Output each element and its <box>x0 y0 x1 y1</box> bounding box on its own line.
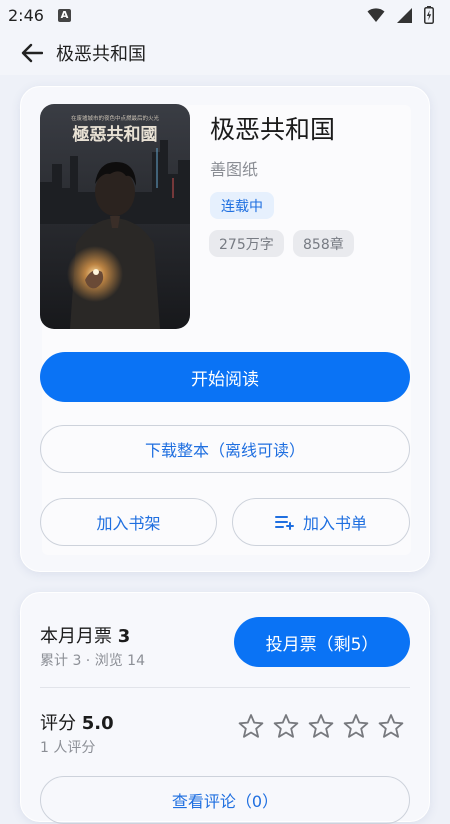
arrow-left-icon <box>21 43 43 62</box>
vote-ticket-button[interactable]: 投月票（剩5） <box>234 617 410 667</box>
book-title: 极恶共和国 <box>210 115 336 144</box>
rating-label: 评分 5.0 <box>40 709 114 735</box>
chapter-count-badge: 858章 <box>293 230 354 257</box>
monthly-ticket-count: 3 <box>117 626 131 647</box>
monthly-ticket-title: 本月月票 <box>40 626 112 647</box>
star-icon[interactable] <box>343 713 369 739</box>
star-icon[interactable] <box>308 713 334 739</box>
playlist-add-icon <box>274 516 294 530</box>
star-rating[interactable] <box>238 713 404 739</box>
book-author[interactable]: 善图纸 <box>210 156 258 180</box>
star-icon[interactable] <box>273 713 299 739</box>
cover-illustration: 在废墟城市的夜色中点燃最后的火光 極惡共和國 <box>40 104 190 329</box>
back-button[interactable] <box>18 39 46 67</box>
wifi-icon <box>367 8 385 22</box>
rating-title: 评分 <box>40 713 76 734</box>
monthly-ticket-label: 本月月票 3 <box>40 622 130 648</box>
cover-caption: 在废墟城市的夜色中点燃最后的火光 <box>71 114 160 122</box>
word-count-badge: 275万字 <box>209 230 284 257</box>
rating-score: 5.0 <box>81 713 114 734</box>
star-icon[interactable] <box>238 713 264 739</box>
add-to-booklist-label: 加入书单 <box>302 514 367 533</box>
app-bar: 极恶共和国 <box>0 30 450 75</box>
divider <box>40 687 410 688</box>
star-icon[interactable] <box>378 713 404 739</box>
clock: 2:46 <box>8 5 44 25</box>
start-reading-button[interactable]: 开始阅读 <box>40 352 410 402</box>
status-bar: 2:46 A <box>0 0 450 30</box>
book-cover[interactable]: 在废墟城市的夜色中点燃最后的火光 極惡共和國 <box>40 104 190 329</box>
notification-icon: A <box>57 8 71 22</box>
cover-title: 極惡共和國 <box>73 124 158 145</box>
rating-count: 1 人评分 <box>40 740 96 756</box>
serial-status-badge: 连载中 <box>210 192 274 219</box>
battery-icon <box>424 6 434 24</box>
add-to-booklist-button[interactable]: 加入书单 <box>232 498 410 546</box>
signal-icon <box>397 7 412 23</box>
page-title: 极恶共和国 <box>56 43 146 65</box>
view-reviews-button[interactable]: 查看评论（0） <box>40 776 410 824</box>
add-to-shelf-button[interactable]: 加入书架 <box>40 498 217 546</box>
monthly-ticket-stats: 累计 3 · 浏览 14 <box>40 653 145 669</box>
download-button[interactable]: 下载整本（离线可读） <box>40 425 410 473</box>
